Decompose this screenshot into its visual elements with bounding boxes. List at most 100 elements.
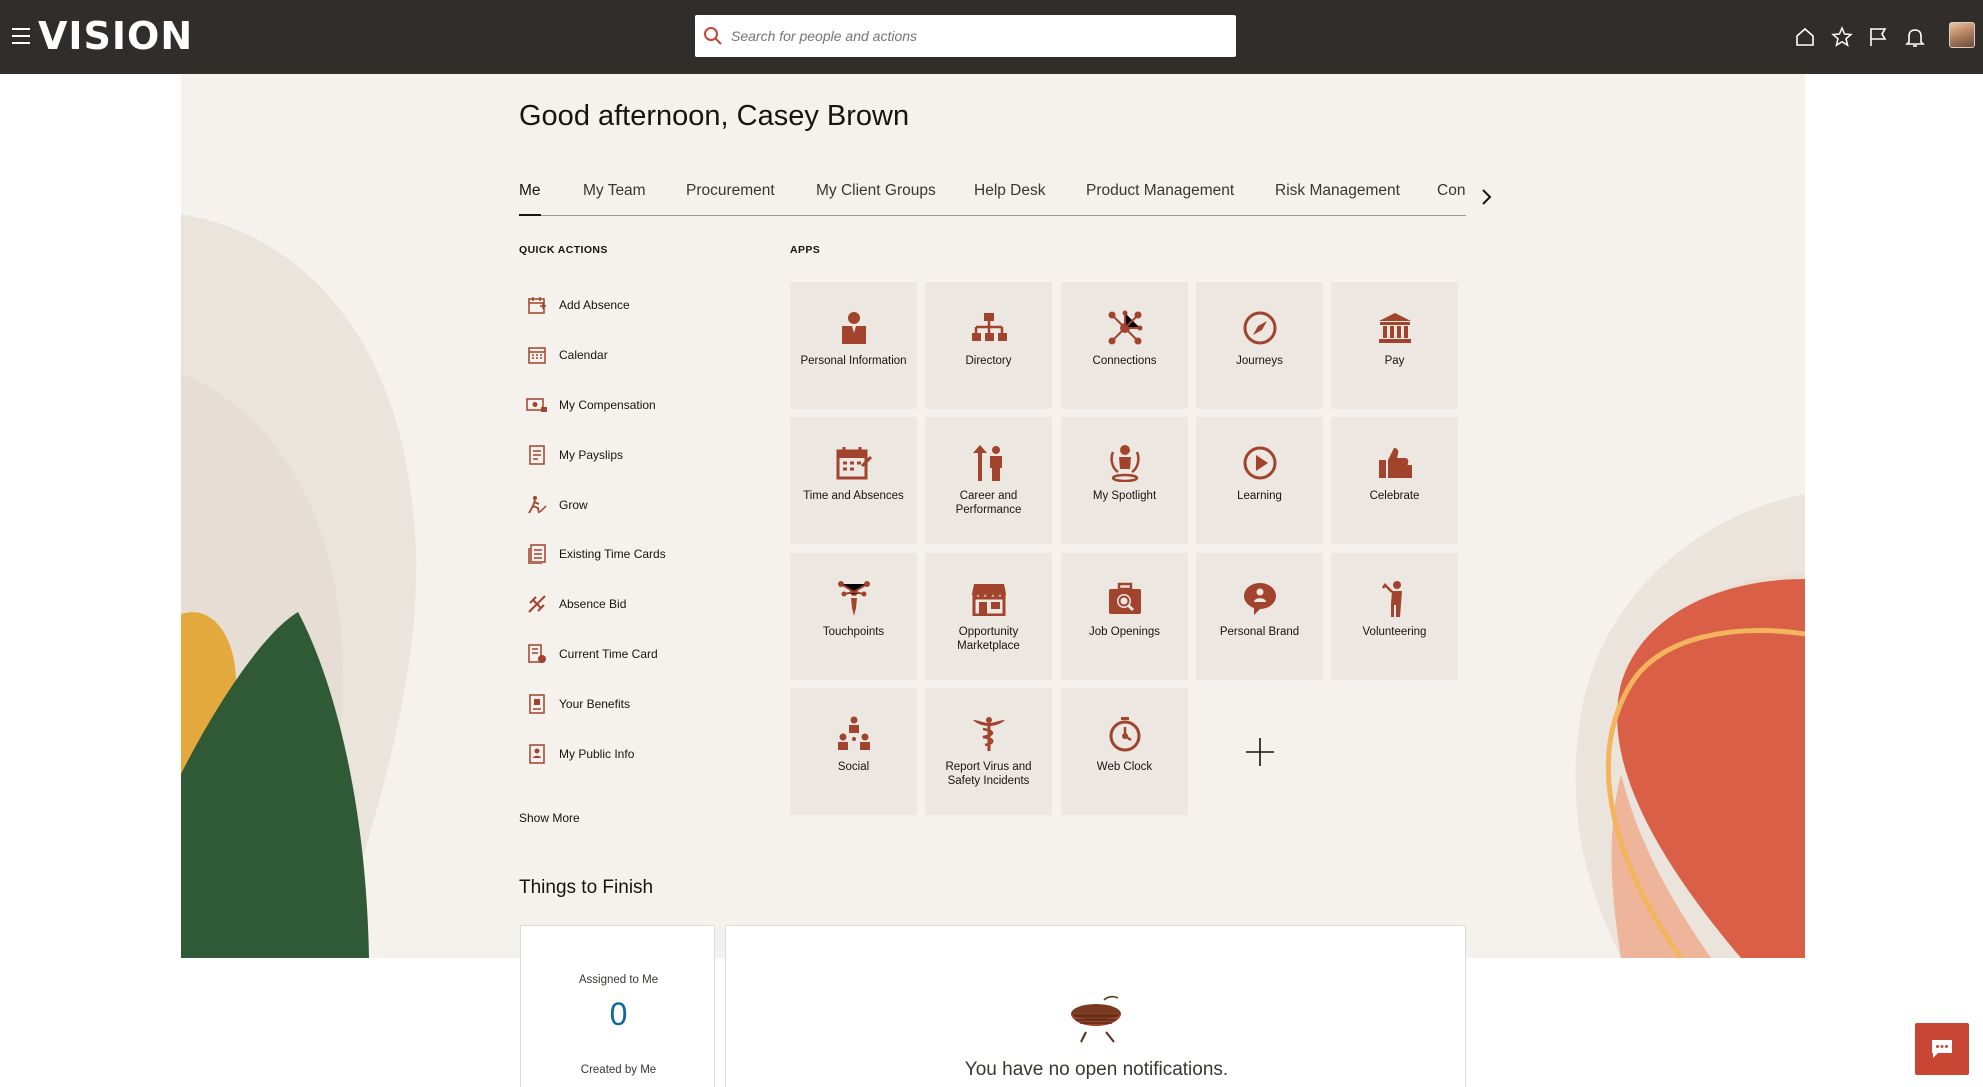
tab-me[interactable]: Me [519,182,541,216]
tab-help-desk[interactable]: Help Desk [974,182,1046,216]
quick-action-current-time-card[interactable]: Current Time Card [526,640,658,668]
storefront-icon [969,579,1009,619]
app-tile-label: Touchpoints [822,626,885,638]
benefits-icon [526,693,548,715]
app-tile-directory[interactable]: Directory [925,282,1052,409]
calendar-time-icon [834,443,874,483]
app-tile-time-and-absences[interactable]: Time and Absences [790,417,917,544]
app-tile-label: Learning [1237,490,1282,502]
app-tile-journeys[interactable]: Journeys [1196,282,1323,409]
quick-action-label: Calendar [559,348,608,362]
tab-product-management[interactable]: Product Management [1086,182,1234,216]
app-tile-label: Job Openings [1089,626,1160,638]
quick-action-add-absence[interactable]: Add Absence [526,291,630,319]
quick-actions-title: QUICK ACTIONS [519,244,608,256]
quick-action-label: Grow [559,498,588,512]
app-tile-report-virus-and-safety-incidents[interactable]: Report Virus and Safety Incidents [925,688,1052,815]
quick-action-your-benefits[interactable]: Your Benefits [526,690,630,718]
tab-my-client-groups[interactable]: My Client Groups [816,182,936,216]
search-icon [704,27,722,45]
quick-action-my-compensation[interactable]: My Compensation [526,391,656,419]
touchpoints-icon [834,579,874,619]
tab-risk-management[interactable]: Risk Management [1275,182,1400,216]
app-tile-label: Pay [1384,355,1405,367]
quick-action-grow[interactable]: Grow [526,491,588,519]
created-by-me-label[interactable]: Created by Me [521,1064,716,1076]
thumbs-up-icon [1375,443,1415,483]
quick-action-label: My Public Info [559,747,635,761]
app-tile-social[interactable]: Social [790,688,917,815]
quick-action-label: My Compensation [559,398,656,412]
person-icon [834,308,874,348]
tab-procurement[interactable]: Procurement [686,182,775,216]
quick-action-label: Existing Time Cards [559,547,666,561]
volunteer-icon [1375,579,1415,619]
search-input[interactable] [731,28,1211,44]
app-tile-my-spotlight[interactable]: My Spotlight [1061,417,1188,544]
quick-action-label: Your Benefits [559,697,630,711]
search-box[interactable] [695,15,1236,57]
empty-nest-icon [1071,995,1121,1043]
task-summary-card: Assigned to Me 0 Created by Me [520,925,715,1087]
quick-action-my-payslips[interactable]: My Payslips [526,441,623,469]
app-tile-learning[interactable]: Learning [1196,417,1323,544]
speech-person-icon [1240,579,1280,619]
app-tile-label: My Spotlight [1092,490,1157,502]
app-tile-personal-information[interactable]: Personal Information [790,282,917,409]
app-tile-job-openings[interactable]: Job Openings [1061,553,1188,680]
career-icon [969,443,1009,483]
app-tile-label: Journeys [1236,355,1283,367]
notifications-card: You have no open notifications. [725,925,1466,1087]
assigned-to-me-count[interactable]: 0 [521,996,716,1033]
calendar-icon [526,344,548,366]
app-tile-label: Directory [965,355,1012,367]
app-tile-career-and-performance[interactable]: Career and Performance [925,417,1052,544]
flag-icon[interactable] [1866,25,1890,49]
app-tile-opportunity-marketplace[interactable]: Opportunity Marketplace [925,553,1052,680]
app-tile-label: Report Virus and Safety Incidents [945,761,1032,787]
tab-overflow[interactable]: Con [1437,182,1469,215]
empty-notifications-message: You have no open notifications. [964,1059,1229,1080]
app-tile-celebrate[interactable]: Celebrate [1331,417,1458,544]
quick-action-label: Absence Bid [559,597,627,611]
app-tile-volunteering[interactable]: Volunteering [1331,553,1458,680]
quick-action-label: Current Time Card [559,647,658,661]
menu-icon[interactable] [12,28,30,44]
app-tile-label: Time and Absences [803,490,904,502]
quick-action-calendar[interactable]: Calendar [526,341,608,369]
add-app-button[interactable] [1196,688,1323,815]
stopwatch-icon [1105,714,1145,754]
time-cards-icon [526,543,548,565]
quick-action-existing-time-cards[interactable]: Existing Time Cards [526,540,666,568]
compensation-icon [526,394,548,416]
absence-bid-icon [526,593,548,615]
app-tile-label: Volunteering [1362,626,1427,638]
plus-icon [1245,737,1274,766]
app-tile-personal-brand[interactable]: Personal Brand [1196,553,1323,680]
chat-icon [1932,1040,1952,1058]
top-bar: VISION [0,0,1983,74]
app-tile-label: Connections [1092,355,1157,367]
quick-action-my-public-info[interactable]: My Public Info [526,740,634,768]
home-icon[interactable] [1793,25,1817,49]
time-card-icon [526,643,548,665]
tab-my-team[interactable]: My Team [583,182,646,216]
tab-con[interactable]: Con [1437,182,1465,215]
show-more-link[interactable]: Show More [519,811,580,825]
org-chart-icon [969,308,1009,348]
chevron-right-icon[interactable] [1479,186,1495,208]
social-group-icon [834,714,874,754]
play-circle-icon [1240,443,1280,483]
quick-action-absence-bid[interactable]: Absence Bid [526,590,626,618]
favorites-icon[interactable] [1830,25,1854,49]
vision-logo[interactable]: VISION [38,14,193,58]
quick-action-label: My Payslips [559,448,624,462]
app-tile-connections[interactable]: Connections [1061,282,1188,409]
app-tile-pay[interactable]: Pay [1331,282,1458,409]
chat-button[interactable] [1915,1023,1969,1075]
app-tile-touchpoints[interactable]: Touchpoints [790,553,917,680]
app-tile-web-clock[interactable]: Web Clock [1061,688,1188,815]
user-avatar[interactable] [1949,22,1975,48]
notifications-icon[interactable] [1903,25,1927,49]
app-tile-label: Personal Brand [1219,626,1300,638]
